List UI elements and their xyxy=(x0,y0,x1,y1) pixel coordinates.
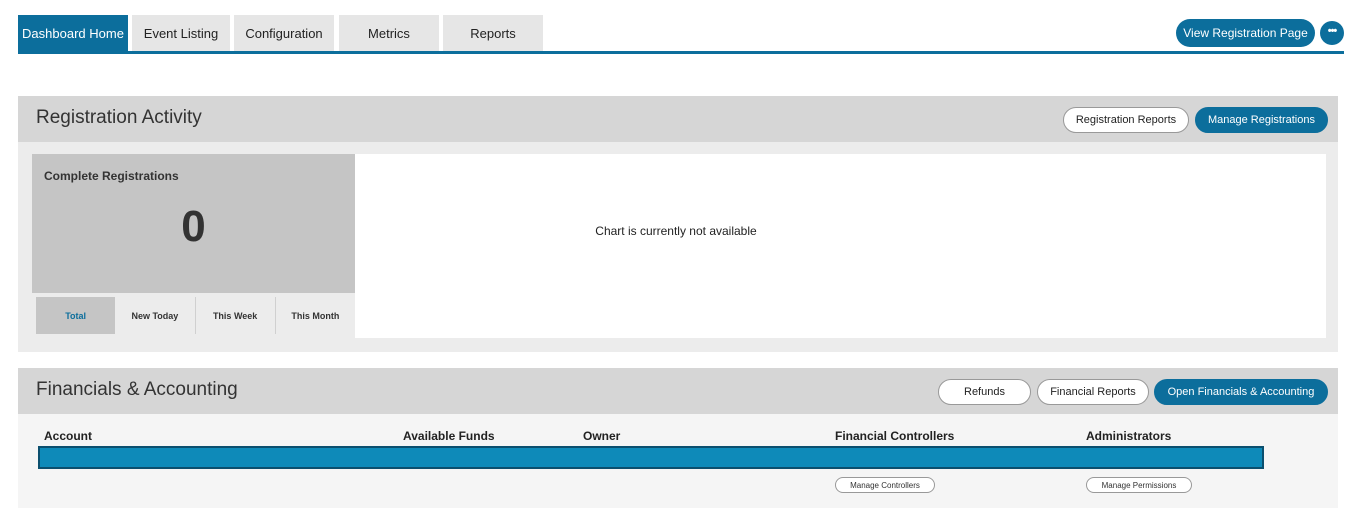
column-header-financial-controllers: Financial Controllers xyxy=(835,429,955,443)
column-header-administrators: Administrators xyxy=(1086,429,1172,443)
financial-reports-button[interactable]: Financial Reports xyxy=(1037,379,1149,405)
stat-tab-this-week[interactable]: This Week xyxy=(194,297,275,334)
registration-activity-panel: Registration Activity Registration Repor… xyxy=(18,96,1338,352)
view-registration-page-button[interactable]: View Registration Page xyxy=(1176,19,1315,47)
column-header-available-funds: Available Funds xyxy=(403,429,495,443)
ellipsis-icon: ••• xyxy=(1327,24,1338,37)
tab-event-listing[interactable]: Event Listing xyxy=(132,15,230,51)
more-options-button[interactable]: ••• xyxy=(1320,21,1344,45)
manage-controllers-button[interactable]: Manage Controllers xyxy=(835,477,935,493)
stat-tab-total[interactable]: Total xyxy=(36,297,116,334)
registration-panel-title: Registration Activity xyxy=(36,107,202,128)
column-header-owner: Owner xyxy=(583,429,621,443)
column-header-account: Account xyxy=(44,429,92,443)
tab-reports[interactable]: Reports xyxy=(443,15,543,51)
financials-panel-title: Financials & Accounting xyxy=(36,379,238,400)
stat-period-tabs: Total New Today This Week This Month xyxy=(32,293,355,338)
financials-panel: Financials & Accounting Refunds Financia… xyxy=(18,368,1338,508)
tab-dashboard-home[interactable]: Dashboard Home xyxy=(18,15,128,51)
financials-table: Account Available Funds Owner Financial … xyxy=(18,414,1338,508)
tab-configuration[interactable]: Configuration xyxy=(234,15,334,51)
registration-reports-button[interactable]: Registration Reports xyxy=(1063,107,1189,133)
registration-panel-header: Registration Activity Registration Repor… xyxy=(18,96,1338,142)
stat-title: Complete Registrations xyxy=(44,169,179,183)
chart-unavailable-message: Chart is currently not available xyxy=(595,224,757,238)
top-nav: Dashboard Home Event Listing Configurati… xyxy=(18,15,1344,54)
stat-tab-this-month[interactable]: This Month xyxy=(274,297,355,334)
registration-chart-area: Chart is currently not available xyxy=(355,154,1326,338)
stat-value: 0 xyxy=(181,202,206,251)
table-row[interactable] xyxy=(38,446,1264,469)
manage-permissions-button[interactable]: Manage Permissions xyxy=(1086,477,1192,493)
financials-panel-header: Financials & Accounting Refunds Financia… xyxy=(18,368,1338,414)
stat-tab-new-today[interactable]: New Today xyxy=(115,297,194,334)
open-financials-button[interactable]: Open Financials & Accounting xyxy=(1154,379,1328,405)
manage-registrations-button[interactable]: Manage Registrations xyxy=(1195,107,1328,133)
tab-metrics[interactable]: Metrics xyxy=(339,15,439,51)
refunds-button[interactable]: Refunds xyxy=(938,379,1031,405)
complete-registrations-card: Complete Registrations 0 Total New Today… xyxy=(32,154,355,338)
